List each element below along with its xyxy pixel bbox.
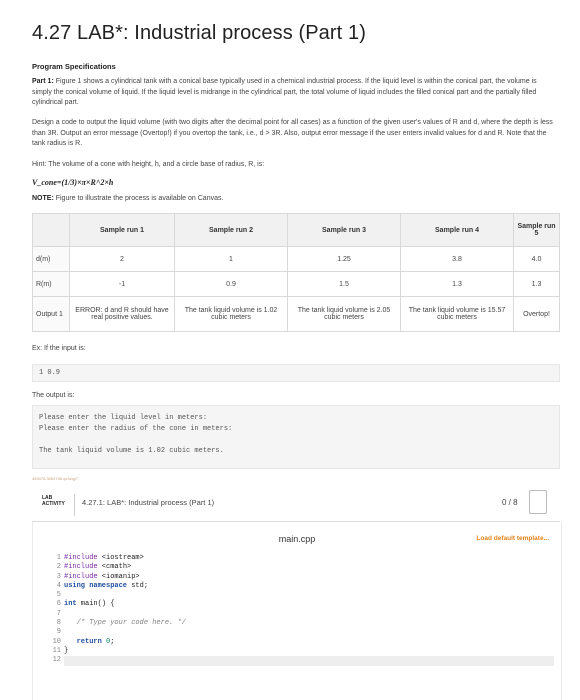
code-line[interactable] bbox=[64, 591, 554, 600]
spec-heading: Program Specifications bbox=[32, 62, 116, 71]
code-line[interactable]: using namespace std; bbox=[64, 582, 554, 591]
code-line[interactable]: #include <cmath> bbox=[64, 563, 554, 572]
note-text: Figure to illustrate the process is avai… bbox=[53, 195, 224, 202]
example-input-box: 1 0.9 bbox=[32, 364, 560, 382]
example-output-box: Please enter the liquid level in meters:… bbox=[32, 405, 560, 469]
lab-tag-line: ACTIVITY bbox=[42, 501, 65, 507]
watermark-id: 449478.3062796.qx3zqy7 bbox=[32, 476, 79, 481]
table-cell: 1.3 bbox=[400, 271, 514, 297]
code-line-current[interactable] bbox=[64, 656, 554, 666]
table-row: R(m) -1 0.9 1.5 1.3 1.3 bbox=[32, 271, 560, 297]
load-default-template-link[interactable]: Load default template... bbox=[476, 535, 549, 542]
table-header: Sample run 3 bbox=[287, 213, 401, 247]
table-cell: 1.5 bbox=[287, 271, 401, 297]
table-cell: 3.8 bbox=[400, 246, 514, 272]
row-label: d(m) bbox=[32, 246, 70, 272]
code-line[interactable]: return 0; bbox=[64, 638, 554, 647]
line-number: 12 bbox=[52, 656, 61, 665]
line-number: 7 bbox=[56, 609, 61, 618]
row-label: R(m) bbox=[32, 271, 70, 297]
line-number-gutter: 1 2 3 4 5 6 7 8 9 10 11 12 bbox=[45, 554, 61, 666]
table-row: Output 1 ERROR: d and R should have real… bbox=[32, 296, 560, 332]
lab-activity-name: 4.27.1: LAB*: Industrial process (Part 1… bbox=[82, 498, 215, 507]
table-cell: 1.3 bbox=[513, 271, 560, 297]
lab-activity-bar: LAB ACTIVITY 4.27.1: LAB*: Industrial pr… bbox=[32, 490, 560, 520]
table-cell: The tank liquid volume is 1.02 cubic met… bbox=[174, 296, 288, 332]
code-line[interactable]: #include <iostream> bbox=[64, 554, 554, 563]
output-line: Please enter the liquid level in meters: bbox=[39, 414, 208, 422]
line-number: 9 bbox=[56, 628, 61, 637]
table-header: Sample run 5 bbox=[513, 213, 560, 247]
code-line[interactable]: #include <iomanip> bbox=[64, 573, 554, 582]
part1-label: Part 1: bbox=[32, 78, 54, 85]
row-label: Output 1 bbox=[32, 296, 70, 332]
line-number: 4 bbox=[56, 581, 61, 590]
line-number: 8 bbox=[56, 619, 61, 628]
table-header: Sample run 4 bbox=[400, 213, 514, 247]
lab-page: 4.27 LAB*: Industrial process (Part 1) P… bbox=[0, 0, 580, 700]
table-cell: 1.25 bbox=[287, 246, 401, 272]
table-cell: 2 bbox=[69, 246, 175, 272]
table-cell: The tank liquid volume is 15.57 cubic me… bbox=[400, 296, 514, 332]
lab-activity-tag: LAB ACTIVITY bbox=[42, 495, 65, 507]
table-row: d(m) 2 1 1.25 3.8 4.0 bbox=[32, 246, 560, 272]
code-editor[interactable]: main.cpp Load default template... 1 2 3 … bbox=[32, 522, 562, 700]
code-lines[interactable]: #include <iostream> #include <cmath> #in… bbox=[64, 554, 554, 666]
line-number: 3 bbox=[56, 572, 61, 581]
note-label: NOTE: bbox=[32, 195, 54, 202]
example-input-label: Ex: If the input is: bbox=[32, 345, 86, 352]
table-header-corner bbox=[32, 213, 70, 247]
line-number: 6 bbox=[56, 600, 61, 609]
example-input-value: 1 0.9 bbox=[39, 369, 61, 377]
code-line[interactable] bbox=[64, 610, 554, 619]
lab-score: 0 / 8 bbox=[502, 498, 518, 507]
example-output-label: The output is: bbox=[32, 392, 75, 399]
hint-text: Hint: The volume of a cone with height, … bbox=[32, 161, 265, 168]
sample-runs-table: Sample run 1 Sample run 2 Sample run 3 S… bbox=[32, 213, 560, 332]
line-number: 2 bbox=[56, 563, 61, 572]
part1-text: Figure 1 shows a cylindrical tank with a… bbox=[32, 78, 537, 106]
line-number: 1 bbox=[56, 554, 61, 562]
code-line[interactable]: } bbox=[64, 647, 554, 656]
output-line: The tank liquid volume is 1.02 cubic met… bbox=[39, 447, 224, 455]
design-paragraph: Design a code to output the liquid volum… bbox=[32, 119, 553, 147]
table-cell: 1 bbox=[174, 246, 288, 272]
divider bbox=[74, 494, 75, 516]
table-cell: Overtop! bbox=[513, 296, 560, 332]
line-number: 10 bbox=[52, 637, 61, 646]
table-cell: The tank liquid volume is 2.05 cubic met… bbox=[287, 296, 401, 332]
table-header-row: Sample run 1 Sample run 2 Sample run 3 S… bbox=[32, 213, 560, 247]
code-line[interactable] bbox=[64, 628, 554, 637]
table-cell: 0.9 bbox=[174, 271, 288, 297]
output-line: Please enter the radius of the cone in m… bbox=[39, 425, 233, 433]
table-cell: ERROR: d and R should have real positive… bbox=[69, 296, 175, 332]
note: NOTE: Figure to illustrate the process i… bbox=[32, 195, 223, 202]
table-header: Sample run 2 bbox=[174, 213, 288, 247]
line-number: 11 bbox=[52, 646, 61, 655]
table-header: Sample run 1 bbox=[69, 213, 175, 247]
line-number: 5 bbox=[56, 591, 61, 600]
completion-check-icon bbox=[529, 490, 547, 514]
table-cell: 4.0 bbox=[513, 246, 560, 272]
page-title: 4.27 LAB*: Industrial process (Part 1) bbox=[32, 22, 366, 44]
part1-paragraph: Part 1: Figure 1 shows a cylindrical tan… bbox=[32, 77, 554, 109]
code-line[interactable]: /* Type your code here. */ bbox=[64, 619, 554, 628]
code-line[interactable]: int main() { bbox=[64, 600, 554, 609]
cone-formula: V_cone=(1/3)×π×R^2×h bbox=[32, 178, 114, 187]
table-cell: -1 bbox=[69, 271, 175, 297]
